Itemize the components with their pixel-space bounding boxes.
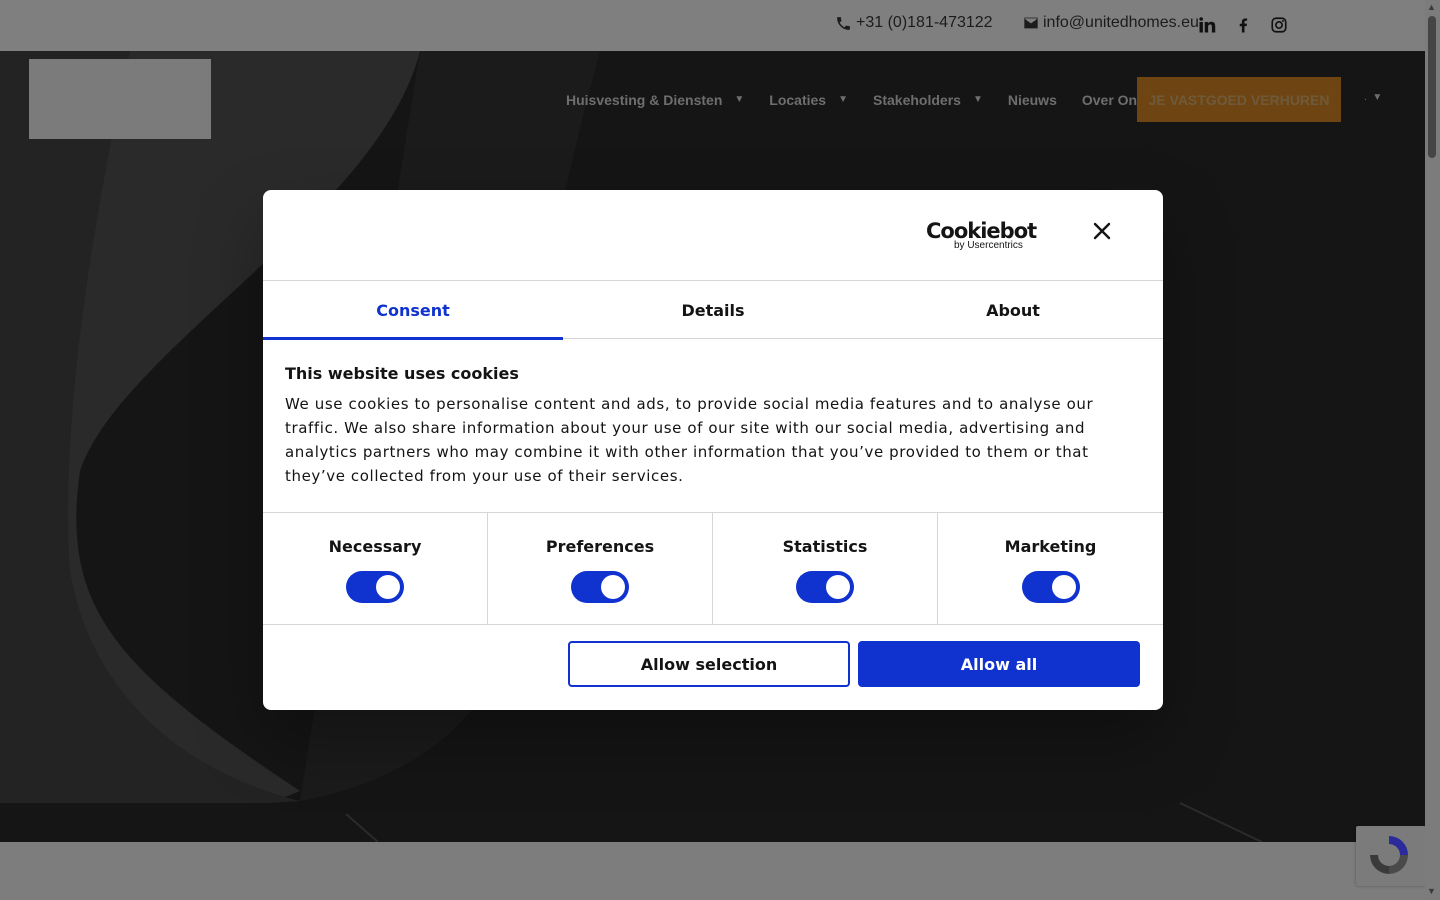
main-nav: Huisvesting & Diensten ▼ Locaties ▼ Stakeh… [566,77,1192,122]
facebook-icon[interactable] [1234,16,1252,34]
dialog-description: We use cookies to personalise content an… [285,395,1094,485]
cookiebot-brand-sub: by Usercentrics [954,240,1023,251]
consent-categories: Necessary Preferences Statistics Marketi… [263,512,1163,625]
instagram-icon[interactable] [1270,16,1288,34]
dialog-title: This website uses cookies [285,364,519,383]
allow-selection-button[interactable]: Allow selection [568,641,850,687]
category-label: Necessary [328,537,422,556]
marketing-toggle[interactable] [1021,571,1080,603]
cookie-consent-dialog: Cookiebot by Usercentrics Consent Detail… [263,190,1163,710]
nav-item-nieuws[interactable]: Nieuws [1008,92,1057,108]
chevron-down-icon: ▼ [838,94,848,105]
phone-text: +31 (0)181-473122 [856,14,993,31]
category-label: Statistics [782,537,868,556]
scrollbar-thumb[interactable] [1428,16,1436,158]
category-label: Marketing [1004,537,1097,556]
phone-link[interactable]: +31 (0)181-473122 [835,14,993,32]
tab-about[interactable]: About [863,281,1163,339]
language-switcher[interactable]: . ▼ [1364,92,1382,103]
top-contact-bar: +31 (0)181-473122 info@unitedhomes.eu [0,0,1425,51]
recaptcha-icon [1370,836,1408,874]
scroll-up-arrow-icon[interactable]: ▲ [1427,2,1436,12]
toggle-knob [601,575,625,599]
cookiebot-brand: Cookiebot [926,219,1037,243]
email-text: info@unitedhomes.eu [1043,14,1199,31]
cookiebot-logo: Cookiebot by Usercentrics [926,219,1037,252]
language-label: . [1364,92,1367,103]
chevron-down-icon: ▼ [734,94,745,105]
tab-details[interactable]: Details [563,281,863,339]
category-statistics: Statistics [713,513,938,625]
email-link[interactable]: info@unitedhomes.eu [1023,14,1199,32]
category-preferences: Preferences [488,513,713,625]
toggle-knob [826,575,850,599]
allow-all-button[interactable]: Allow all [858,641,1140,687]
toggle-knob [376,575,400,599]
site-logo[interactable] [29,59,211,139]
tab-consent[interactable]: Consent [263,281,563,340]
phone-icon [837,16,850,30]
envelope-icon [1024,17,1038,29]
chevron-down-icon: ▼ [1372,92,1383,103]
page-content-band [0,842,1425,900]
necessary-toggle[interactable] [346,571,404,603]
category-label: Preferences [545,537,655,556]
nav-item-locaties[interactable]: Locaties ▼ [769,92,848,108]
linkedin-icon[interactable] [1198,16,1216,34]
preferences-toggle[interactable] [571,571,629,603]
close-icon[interactable] [1091,220,1113,242]
statistics-toggle[interactable] [796,571,854,603]
nav-item-stakeholders[interactable]: Stakeholders ▼ [873,92,983,108]
category-necessary: Necessary [263,513,488,625]
nav-item-huisvesting[interactable]: Huisvesting & Diensten ▼ [566,92,744,108]
chevron-down-icon: ▼ [972,94,983,105]
toggle-knob [1051,575,1076,599]
dialog-header: Cookiebot by Usercentrics [263,190,1163,281]
scroll-down-arrow-icon[interactable]: ▼ [1427,886,1436,896]
dialog-tabs: Consent Details About [263,281,1163,340]
rent-property-button[interactable]: JE VASTGOED VERHUREN [1137,77,1341,122]
category-marketing: Marketing [938,513,1163,625]
